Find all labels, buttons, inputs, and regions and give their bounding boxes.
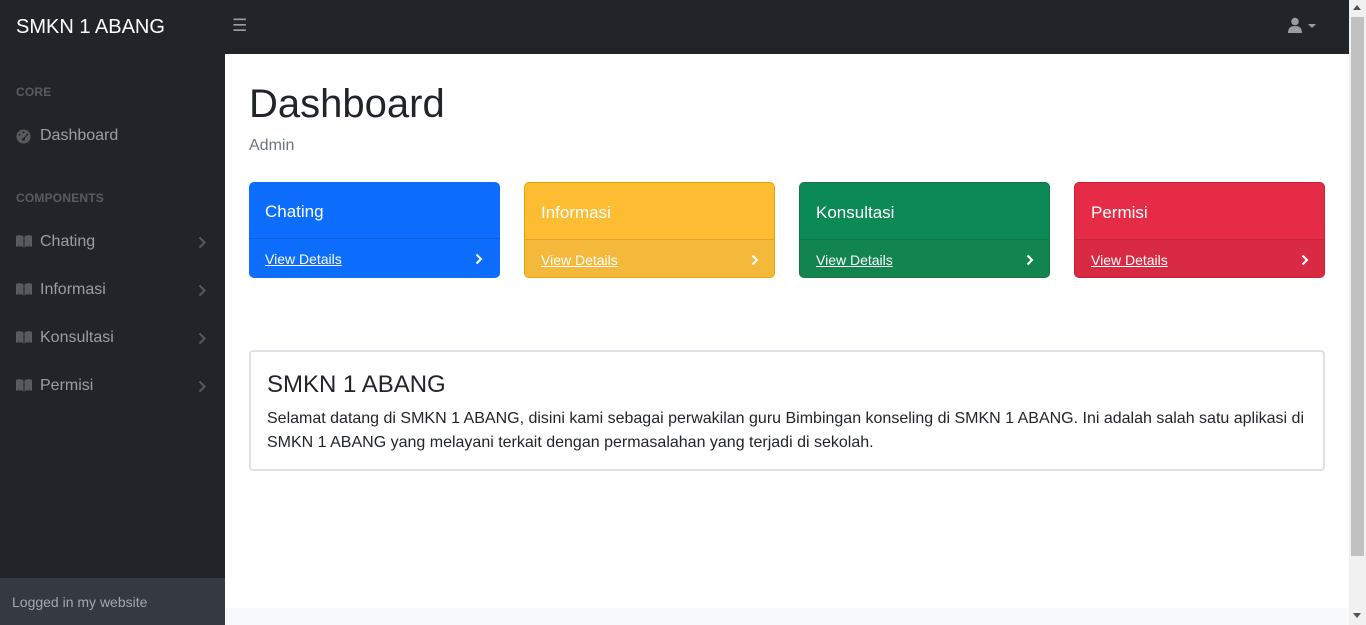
chevron-right-icon: [751, 254, 759, 266]
welcome-text: Selamat datang di SMKN 1 ABANG, disini k…: [267, 410, 1304, 451]
book-open-icon: [16, 331, 32, 344]
user-icon: [1288, 17, 1302, 33]
scroll-down-arrow-icon[interactable]: [1353, 613, 1361, 618]
tachometer-icon: [16, 129, 31, 144]
bottom-strip: [225, 608, 1349, 625]
sidebar-heading-components: COMPONENTS: [16, 191, 105, 205]
card-footer[interactable]: View Details: [525, 240, 774, 277]
card-title: Chating: [265, 202, 324, 221]
sidebar-footer: Logged in my website: [0, 578, 225, 625]
page-title: Dashboard: [249, 82, 445, 126]
card-informasi: Informasi View Details: [524, 182, 775, 278]
book-open-icon: [16, 283, 32, 296]
sidebar-item-label: Informasi: [40, 281, 106, 298]
book-open-icon: [16, 379, 32, 392]
welcome-card: SMKN 1 ABANG Selamat datang di SMKN 1 AB…: [249, 350, 1325, 471]
user-menu-dropdown[interactable]: [1284, 14, 1324, 38]
chevron-right-icon: [198, 236, 206, 249]
card-body: Chating: [249, 182, 500, 239]
card-body: Konsultasi: [800, 183, 1049, 240]
sidebar-item-label: Permisi: [40, 377, 94, 394]
card-konsultasi: Konsultasi View Details: [799, 182, 1050, 278]
sidebar-item-dashboard[interactable]: Dashboard: [0, 116, 225, 156]
sidebar-item-informasi[interactable]: Informasi: [0, 270, 225, 310]
card-body: Informasi: [525, 183, 774, 240]
sidebar-item-label: Dashboard: [40, 127, 119, 144]
card-title: Konsultasi: [816, 203, 895, 222]
welcome-heading: SMKN 1 ABANG: [267, 371, 446, 398]
card-footer[interactable]: View Details: [1075, 240, 1324, 277]
sidebar-item-permisi[interactable]: Permisi: [0, 366, 225, 406]
view-details-link[interactable]: View Details: [265, 251, 342, 267]
scrollbar-thumb[interactable]: [1351, 17, 1364, 556]
card-title: Informasi: [541, 203, 611, 222]
sidebar-item-label: Chating: [40, 233, 96, 250]
caret-down-icon: [1308, 24, 1316, 28]
card-footer[interactable]: View Details: [249, 239, 500, 278]
card-permisi: Permisi View Details: [1074, 182, 1325, 278]
card-footer[interactable]: View Details: [800, 240, 1049, 277]
sidebar-item-label: Konsultasi: [40, 329, 114, 346]
chevron-right-icon: [198, 380, 206, 393]
sidebar: CORE Dashboard COMPONENTS Chating Inform…: [0, 54, 225, 625]
vertical-scrollbar[interactable]: [1349, 0, 1366, 625]
book-open-icon: [16, 235, 32, 248]
card-body: Permisi: [1075, 183, 1324, 240]
sidebar-heading-core: CORE: [16, 85, 52, 99]
sidebar-toggle-bars-icon[interactable]: ☰: [232, 16, 248, 36]
view-details-link[interactable]: View Details: [816, 252, 893, 268]
card-title: Permisi: [1091, 203, 1148, 222]
sidebar-footer-text: Logged in my website: [12, 594, 148, 610]
chevron-right-icon: [1026, 254, 1034, 266]
chevron-right-icon: [198, 332, 206, 345]
sidebar-item-chating[interactable]: Chating: [0, 222, 225, 262]
sidebar-item-konsultasi[interactable]: Konsultasi: [0, 318, 225, 358]
scroll-up-arrow-icon[interactable]: [1353, 5, 1361, 10]
view-details-link[interactable]: View Details: [1091, 252, 1168, 268]
navbar-brand[interactable]: SMKN 1 ABANG: [16, 14, 165, 40]
card-chating: Chating View Details: [249, 182, 500, 278]
breadcrumb: Admin: [249, 137, 295, 154]
chevron-right-icon: [1301, 254, 1309, 266]
view-details-link[interactable]: View Details: [541, 252, 618, 268]
top-navbar: SMKN 1 ABANG ☰: [0, 0, 1349, 54]
chevron-right-icon: [475, 253, 483, 265]
chevron-right-icon: [198, 284, 206, 297]
